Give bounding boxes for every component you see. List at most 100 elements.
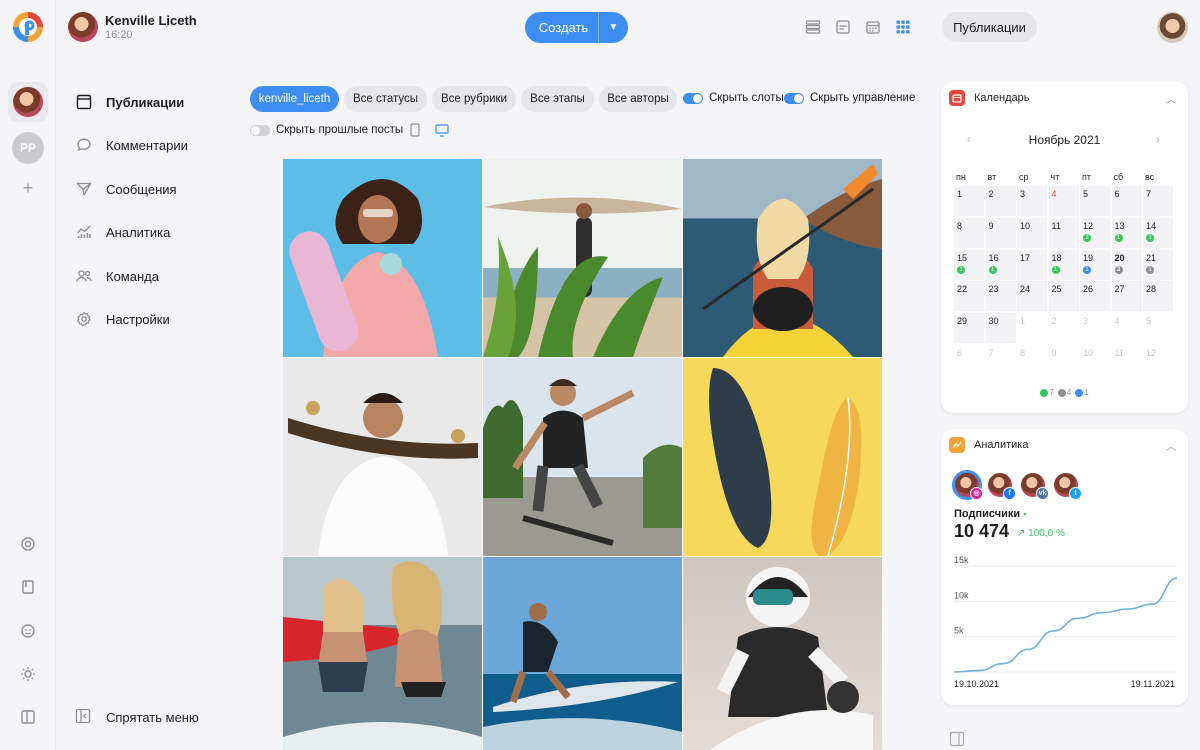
calendar-day[interactable]: 29	[954, 313, 984, 344]
calendar-day[interactable]: 27	[1111, 281, 1142, 312]
feed-view-icon[interactable]	[834, 18, 852, 36]
post-tile[interactable]	[483, 358, 682, 556]
create-button[interactable]: Создать ▼	[525, 12, 628, 43]
grid-view-icon[interactable]	[894, 18, 912, 36]
nav-item-analytics[interactable]: Аналитика	[75, 220, 235, 244]
filter-category[interactable]: Все рубрики	[432, 86, 516, 112]
calendar-day[interactable]: 1	[1017, 313, 1047, 343]
calendar-day[interactable]: 20 3	[1111, 249, 1142, 280]
target-icon[interactable]	[18, 536, 38, 556]
nav-item-publications[interactable]: Публикации	[75, 90, 235, 114]
calendar-day[interactable]: 5	[1080, 186, 1110, 216]
toggle-switch[interactable]	[784, 92, 804, 104]
hide-past-toggle[interactable]: Скрыть прошлые посты	[250, 124, 403, 136]
calendar-day[interactable]: 18 1	[1048, 249, 1079, 280]
calendar-day[interactable]: 9	[985, 217, 1016, 248]
calendar-day[interactable]: 10	[1017, 217, 1047, 248]
day-number: 5	[1146, 316, 1152, 327]
mobile-preview-icon[interactable]	[409, 123, 421, 142]
calendar-day[interactable]: 7	[1143, 186, 1173, 216]
calendar-day[interactable]: 26	[1080, 281, 1110, 312]
calendar-day[interactable]: 11	[1112, 345, 1142, 375]
calendar-day[interactable]: 3	[1080, 313, 1110, 343]
calendar-day[interactable]: 17	[1017, 249, 1047, 280]
post-tile[interactable]	[483, 159, 682, 357]
calendar-day[interactable]: 4	[1112, 313, 1142, 343]
calendar-day[interactable]: 30	[985, 313, 1016, 344]
calendar-day[interactable]: 28	[1143, 281, 1173, 312]
post-tile[interactable]	[283, 159, 482, 357]
sun-icon[interactable]	[18, 666, 38, 686]
add-account-button[interactable]: +	[18, 178, 38, 198]
calendar-day[interactable]: 2	[1049, 313, 1079, 343]
post-tile[interactable]	[683, 557, 882, 750]
nav-item-settings[interactable]: Настройки	[75, 307, 235, 331]
hide-menu-button[interactable]: Спрятать меню	[75, 708, 199, 726]
nav-item-comments[interactable]: Комментарии	[75, 133, 235, 157]
toggle-switch[interactable]	[250, 124, 270, 136]
nav-item-team[interactable]: Команда	[75, 264, 235, 288]
calendar-day[interactable]: 4	[1048, 186, 1079, 216]
post-tile[interactable]	[283, 557, 482, 750]
panel-icon[interactable]	[18, 709, 38, 729]
rail-account-pp[interactable]: PP	[12, 132, 44, 164]
calendar-day[interactable]: 5	[1143, 313, 1173, 343]
network-avatar[interactable]: vk	[1019, 471, 1049, 500]
chevron-up-icon[interactable]: ︿	[1166, 91, 1176, 106]
filter-status[interactable]: Все статусы	[344, 86, 427, 112]
calendar-day[interactable]: 7	[986, 345, 1016, 375]
calendar-day[interactable]: 3	[1017, 186, 1047, 216]
calendar-day[interactable]: 16 1	[985, 249, 1016, 280]
publications-button[interactable]: Публикации	[942, 12, 1037, 42]
calendar-day[interactable]: 24	[1017, 281, 1047, 312]
calendar-day[interactable]: 14 1	[1143, 217, 1173, 248]
desktop-preview-icon[interactable]	[435, 124, 449, 142]
smile-icon[interactable]	[18, 623, 38, 643]
profile-avatar[interactable]	[1157, 12, 1188, 43]
user-avatar[interactable]	[68, 12, 98, 42]
calendar-day[interactable]: 21 1	[1143, 249, 1173, 280]
calendar-day[interactable]: 23	[985, 281, 1016, 312]
rail-account-active[interactable]	[8, 82, 48, 122]
calendar-day[interactable]: 19 1	[1080, 249, 1110, 280]
weekday-label: пн	[956, 172, 966, 182]
chevron-up-icon[interactable]: ︿	[1166, 438, 1176, 453]
post-tile[interactable]	[283, 358, 482, 556]
network-avatar[interactable]: f	[986, 471, 1016, 500]
list-view-icon[interactable]	[804, 18, 822, 36]
calendar-day[interactable]: 12	[1143, 345, 1173, 375]
calendar-day[interactable]: 22	[954, 281, 984, 312]
calendar-day[interactable]: 15 1	[954, 249, 984, 280]
calendar-day[interactable]: 25	[1048, 281, 1079, 312]
filter-stage[interactable]: Все этапы	[521, 86, 594, 112]
post-tile[interactable]	[683, 159, 882, 357]
post-tile[interactable]	[683, 358, 882, 556]
calendar-day[interactable]: 9	[1049, 345, 1079, 375]
calendar-day[interactable]: 8	[954, 217, 984, 248]
chevron-down-icon[interactable]: ▼	[598, 12, 628, 43]
calendar-day[interactable]: 12 2	[1080, 217, 1110, 248]
network-avatar[interactable]: ◎	[953, 471, 983, 500]
calendar-day[interactable]: 6	[954, 345, 984, 375]
next-month-icon[interactable]: ›	[1156, 132, 1160, 146]
calendar-view-icon[interactable]	[864, 18, 882, 36]
book-icon[interactable]	[18, 579, 38, 599]
toggle-switch[interactable]	[683, 92, 703, 104]
calendar-day[interactable]: 6	[1111, 186, 1142, 216]
nav-item-messages[interactable]: Сообщения	[75, 177, 235, 201]
calendar-day[interactable]: 10	[1080, 345, 1110, 375]
hide-control-toggle[interactable]: Скрыть управление	[784, 92, 915, 104]
calendar-day[interactable]: 13 1	[1111, 217, 1142, 248]
calendar-day[interactable]: 11	[1048, 217, 1079, 248]
calendar-day[interactable]: 1	[954, 186, 984, 216]
network-avatar[interactable]: t	[1052, 471, 1082, 500]
hide-slots-toggle[interactable]: Скрыть слоты	[683, 92, 784, 104]
app-logo[interactable]	[12, 11, 44, 43]
filter-account[interactable]: kenville_liceth	[250, 86, 339, 112]
filter-author[interactable]: Все авторы	[599, 86, 677, 112]
post-tile[interactable]	[483, 557, 682, 750]
day-number: 11	[1051, 220, 1061, 231]
calendar-day[interactable]: 8	[1017, 345, 1047, 375]
calendar-day[interactable]: 2	[985, 186, 1016, 216]
panel-toggle-icon[interactable]	[949, 731, 965, 747]
